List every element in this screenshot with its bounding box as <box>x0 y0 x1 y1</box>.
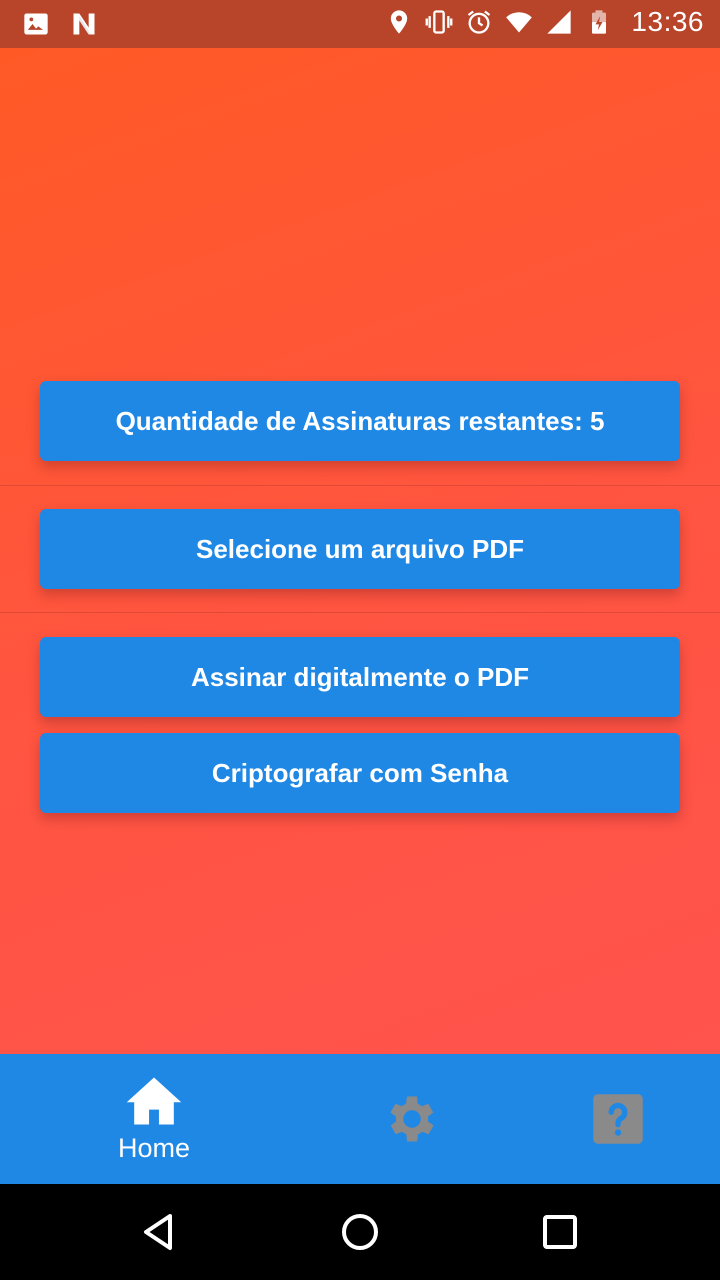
bottom-navigation: Home <box>0 1054 720 1184</box>
nav-home[interactable]: Home <box>64 1054 244 1184</box>
wifi-icon <box>506 12 533 33</box>
divider <box>0 612 720 613</box>
recent-apps-icon[interactable] <box>536 1208 584 1256</box>
status-bar: 13:36 <box>0 0 720 48</box>
encrypt-password-button[interactable]: Criptografar com Senha <box>40 733 680 813</box>
back-icon[interactable] <box>136 1208 184 1256</box>
home-circle-icon[interactable] <box>336 1208 384 1256</box>
home-icon <box>126 1076 182 1125</box>
nav-settings[interactable] <box>322 1054 502 1184</box>
signal-icon <box>547 10 572 34</box>
divider <box>0 485 720 486</box>
alarm-icon <box>468 10 491 34</box>
battery-icon <box>592 10 607 34</box>
n-logo-icon <box>73 13 95 35</box>
system-navigation-bar <box>0 1184 720 1280</box>
app-screen: 13:36 Quantidade de Assinaturas restante… <box>0 0 720 1280</box>
nav-home-label: Home <box>117 1132 191 1163</box>
help-icon <box>593 1094 643 1144</box>
sign-pdf-button[interactable]: Assinar digitalmente o PDF <box>40 637 680 717</box>
gear-icon <box>390 1096 434 1142</box>
status-clock: 13:36 <box>631 6 704 37</box>
signatures-remaining-button[interactable]: Quantidade de Assinaturas restantes: 5 <box>40 381 680 461</box>
location-icon <box>391 10 408 34</box>
nav-help[interactable] <box>528 1054 708 1184</box>
select-pdf-button[interactable]: Selecione um arquivo PDF <box>40 509 680 589</box>
vibrate-icon <box>426 10 453 34</box>
image-icon <box>24 13 48 35</box>
